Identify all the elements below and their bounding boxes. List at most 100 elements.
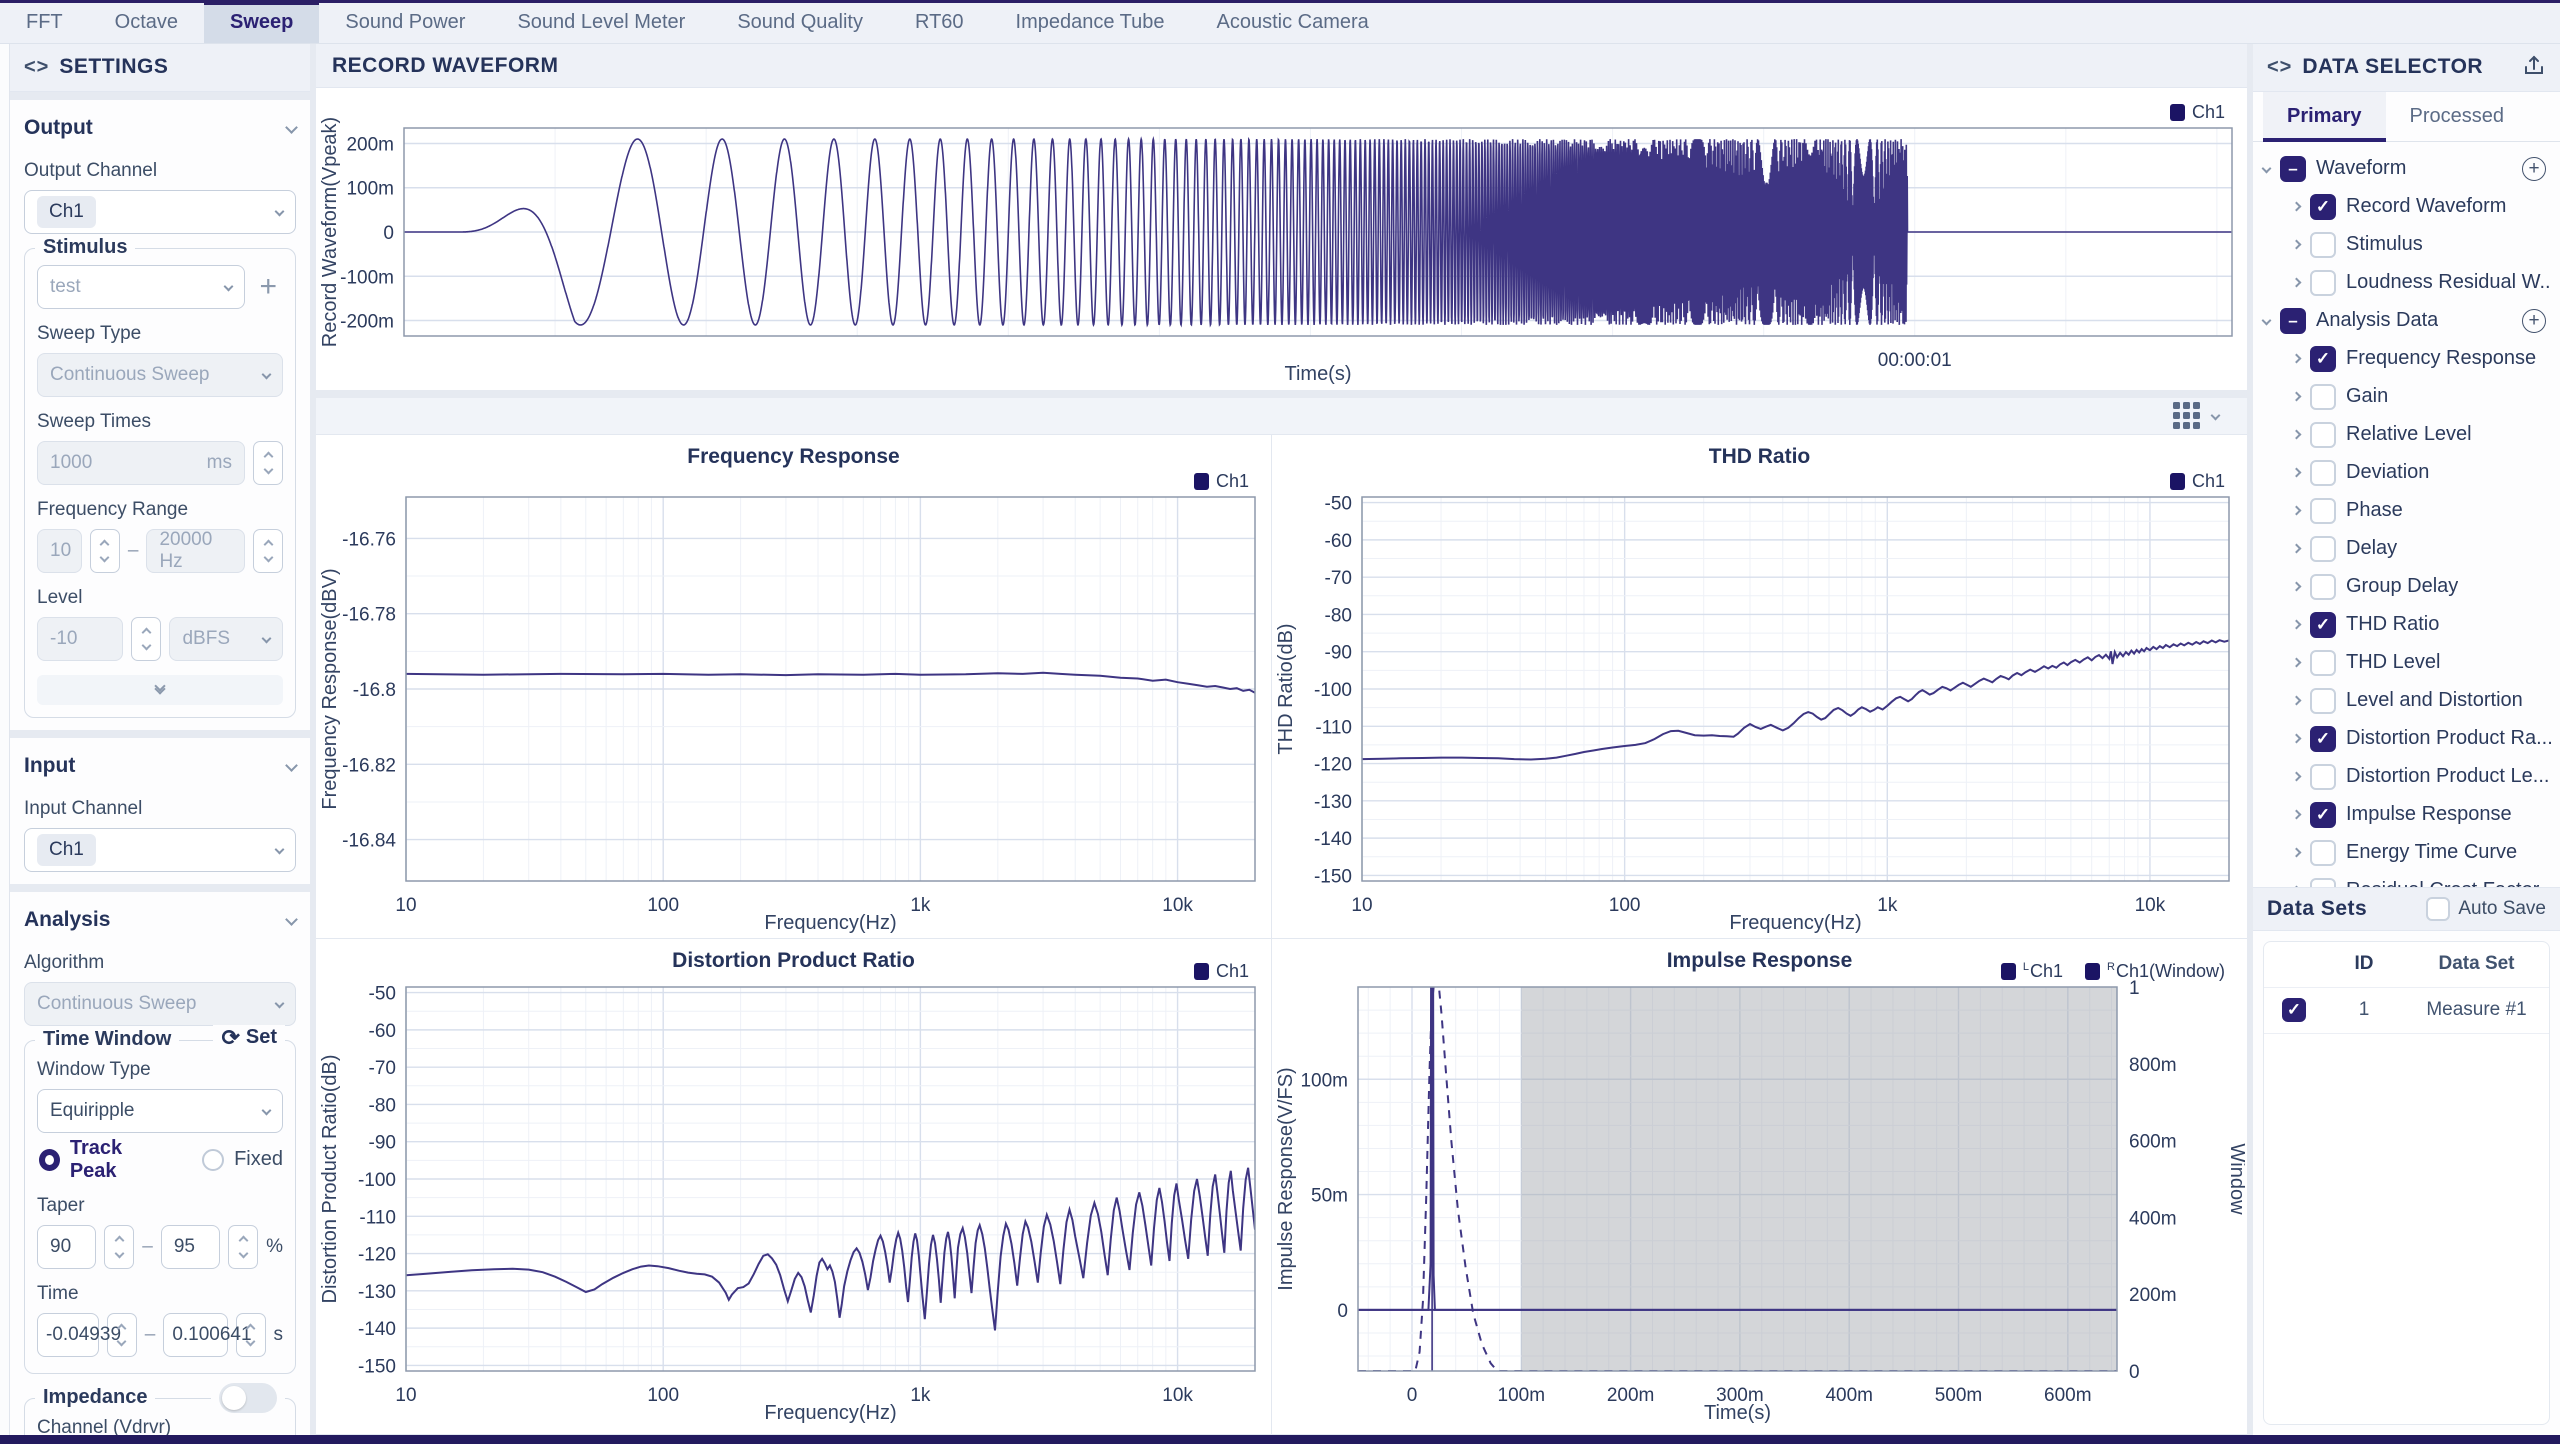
item-checkbox[interactable]: ✓ bbox=[2310, 726, 2336, 752]
tree-item-stimulus[interactable]: Stimulus bbox=[2263, 226, 2552, 264]
collapse-panel-icon[interactable]: <> bbox=[24, 56, 49, 79]
time-min-input[interactable]: -0.04939 bbox=[37, 1313, 99, 1357]
tree-item-residual-crest-factor[interactable]: Residual Crest Factor bbox=[2263, 872, 2552, 887]
level-unit-select[interactable]: dBFS bbox=[169, 617, 283, 661]
impulse-response-chart[interactable]: 100m50m01800m600m400m200m00100m200m300m4… bbox=[1272, 939, 2247, 1435]
tab-rt60[interactable]: RT60 bbox=[889, 3, 990, 43]
tree-item-frequency-response[interactable]: ✓Frequency Response bbox=[2263, 340, 2552, 378]
data-set-checkbox[interactable]: ✓ bbox=[2282, 998, 2306, 1022]
tree-group-waveform[interactable]: –Waveform+ bbox=[2263, 150, 2552, 188]
output-channel-select[interactable]: Ch1 bbox=[24, 190, 296, 234]
item-checkbox[interactable]: ✓ bbox=[2310, 346, 2336, 372]
chevron-down-icon[interactable] bbox=[2211, 411, 2221, 421]
tree-group-label: Analysis Data bbox=[2316, 309, 2438, 332]
tree-item-energy-time-curve[interactable]: Energy Time Curve bbox=[2263, 834, 2552, 872]
tree-item-phase[interactable]: Phase bbox=[2263, 492, 2552, 530]
tab-sound-power[interactable]: Sound Power bbox=[319, 3, 491, 43]
tree-item-loudness-residual-w-[interactable]: Loudness Residual W... bbox=[2263, 264, 2552, 302]
tab-sound-quality[interactable]: Sound Quality bbox=[711, 3, 889, 43]
taper-max-stepper[interactable] bbox=[228, 1225, 258, 1269]
auto-save-control[interactable]: Auto Save bbox=[2426, 897, 2546, 921]
tab-fft[interactable]: FFT bbox=[0, 3, 89, 43]
data-set-row[interactable]: ✓1Measure #1 bbox=[2264, 988, 2549, 1034]
chart-title: Distortion Product Ratio bbox=[316, 949, 1271, 973]
freq-min-stepper[interactable] bbox=[90, 529, 120, 573]
export-icon[interactable] bbox=[2522, 53, 2546, 82]
level-stepper[interactable] bbox=[131, 617, 161, 661]
algorithm-select[interactable]: Continuous Sweep bbox=[24, 982, 296, 1026]
taper-min-input[interactable]: 90 bbox=[37, 1225, 96, 1269]
tab-sound-level-meter[interactable]: Sound Level Meter bbox=[491, 3, 711, 43]
taper-min-stepper[interactable] bbox=[104, 1225, 134, 1269]
item-checkbox[interactable] bbox=[2310, 498, 2336, 524]
item-checkbox[interactable] bbox=[2310, 422, 2336, 448]
thd-ratio-chart[interactable]: -50-60-70-80-90-100-110-120-130-140-1501… bbox=[1272, 435, 2247, 939]
auto-save-checkbox[interactable] bbox=[2426, 897, 2450, 921]
data-selector-tab-primary[interactable]: Primary bbox=[2263, 92, 2386, 141]
tree-item-deviation[interactable]: Deviation bbox=[2263, 454, 2552, 492]
input-channel-select[interactable]: Ch1 bbox=[24, 828, 296, 872]
data-selector-tab-processed[interactable]: Processed bbox=[2386, 92, 2529, 141]
item-checkbox[interactable] bbox=[2310, 270, 2336, 296]
item-checkbox[interactable] bbox=[2310, 536, 2336, 562]
tree-item-distortion-product-le-[interactable]: Distortion Product Le... bbox=[2263, 758, 2552, 796]
tab-acoustic-camera[interactable]: Acoustic Camera bbox=[1191, 3, 1395, 43]
item-checkbox[interactable] bbox=[2310, 460, 2336, 486]
tab-impedance-tube[interactable]: Impedance Tube bbox=[990, 3, 1191, 43]
track-peak-radio[interactable]: Track Peak bbox=[39, 1137, 162, 1183]
layout-grid-icon[interactable] bbox=[2173, 402, 2200, 429]
item-checkbox[interactable]: ✓ bbox=[2310, 802, 2336, 828]
taper-max-input[interactable]: 95 bbox=[161, 1225, 220, 1269]
item-checkbox[interactable] bbox=[2310, 840, 2336, 866]
item-checkbox[interactable] bbox=[2310, 688, 2336, 714]
tab-sweep[interactable]: Sweep bbox=[204, 3, 319, 43]
tree-item-thd-level[interactable]: THD Level bbox=[2263, 644, 2552, 682]
item-checkbox[interactable] bbox=[2310, 384, 2336, 410]
add-circle-icon[interactable]: + bbox=[2522, 309, 2546, 333]
add-circle-icon[interactable]: + bbox=[2522, 157, 2546, 181]
sweep-times-stepper[interactable] bbox=[253, 441, 283, 485]
add-stimulus-button[interactable]: + bbox=[253, 272, 283, 302]
tree-item-record-waveform[interactable]: ✓Record Waveform bbox=[2263, 188, 2552, 226]
window-type-select[interactable]: Equiripple bbox=[37, 1089, 283, 1133]
collapse-panel-icon[interactable]: <> bbox=[2267, 56, 2292, 79]
tab-octave[interactable]: Octave bbox=[89, 3, 204, 43]
level-input[interactable]: -10 bbox=[37, 617, 123, 661]
row-checkbox-col: ✓ bbox=[2264, 998, 2324, 1022]
group-checkbox[interactable]: – bbox=[2280, 308, 2306, 334]
tree-item-thd-ratio[interactable]: ✓THD Ratio bbox=[2263, 606, 2552, 644]
expand-more-button[interactable] bbox=[37, 675, 283, 705]
item-checkbox[interactable] bbox=[2310, 878, 2336, 887]
tree-item-impulse-response[interactable]: ✓Impulse Response bbox=[2263, 796, 2552, 834]
sweep-type-select[interactable]: Continuous Sweep bbox=[37, 353, 283, 397]
input-section-header[interactable]: Input bbox=[24, 744, 296, 788]
tree-item-relative-level[interactable]: Relative Level bbox=[2263, 416, 2552, 454]
item-checkbox[interactable] bbox=[2310, 232, 2336, 258]
sweep-times-input[interactable]: 1000 ms bbox=[37, 441, 245, 485]
item-checkbox[interactable]: ✓ bbox=[2310, 194, 2336, 220]
freq-min-input[interactable]: 10 bbox=[37, 529, 82, 573]
tree-item-delay[interactable]: Delay bbox=[2263, 530, 2552, 568]
tree-item-gain[interactable]: Gain bbox=[2263, 378, 2552, 416]
freq-max-stepper[interactable] bbox=[253, 529, 283, 573]
tree-group-analysis-data[interactable]: –Analysis Data + bbox=[2263, 302, 2552, 340]
fixed-radio[interactable]: Fixed bbox=[202, 1148, 283, 1171]
time-window-set-button[interactable]: ⟳ Set bbox=[221, 1025, 277, 1051]
output-section-header[interactable]: Output bbox=[24, 106, 296, 150]
item-checkbox[interactable] bbox=[2310, 764, 2336, 790]
item-checkbox[interactable] bbox=[2310, 574, 2336, 600]
distortion-product-ratio-chart[interactable]: -50-60-70-80-90-100-110-120-130-140-1501… bbox=[316, 939, 1272, 1435]
stimulus-preset-select[interactable]: test bbox=[37, 265, 245, 309]
frequency-response-chart[interactable]: -16.76-16.78-16.8-16.82-16.84101001k10kF… bbox=[316, 435, 1272, 939]
item-checkbox[interactable] bbox=[2310, 650, 2336, 676]
record-waveform-chart[interactable]: 200m100m0-100m-200m00:00:01Time(s)Record… bbox=[316, 88, 2247, 390]
freq-max-input[interactable]: 20000 Hz bbox=[146, 529, 245, 573]
analysis-section-header[interactable]: Analysis bbox=[24, 898, 296, 942]
tree-item-distortion-product-ra-[interactable]: ✓Distortion Product Ra... bbox=[2263, 720, 2552, 758]
item-checkbox[interactable]: ✓ bbox=[2310, 612, 2336, 638]
time-max-input[interactable]: 0.100641 bbox=[163, 1313, 227, 1357]
tree-item-group-delay[interactable]: Group Delay bbox=[2263, 568, 2552, 606]
impedance-toggle[interactable] bbox=[219, 1383, 277, 1413]
group-checkbox[interactable]: – bbox=[2280, 156, 2306, 182]
tree-item-level-and-distortion[interactable]: Level and Distortion bbox=[2263, 682, 2552, 720]
